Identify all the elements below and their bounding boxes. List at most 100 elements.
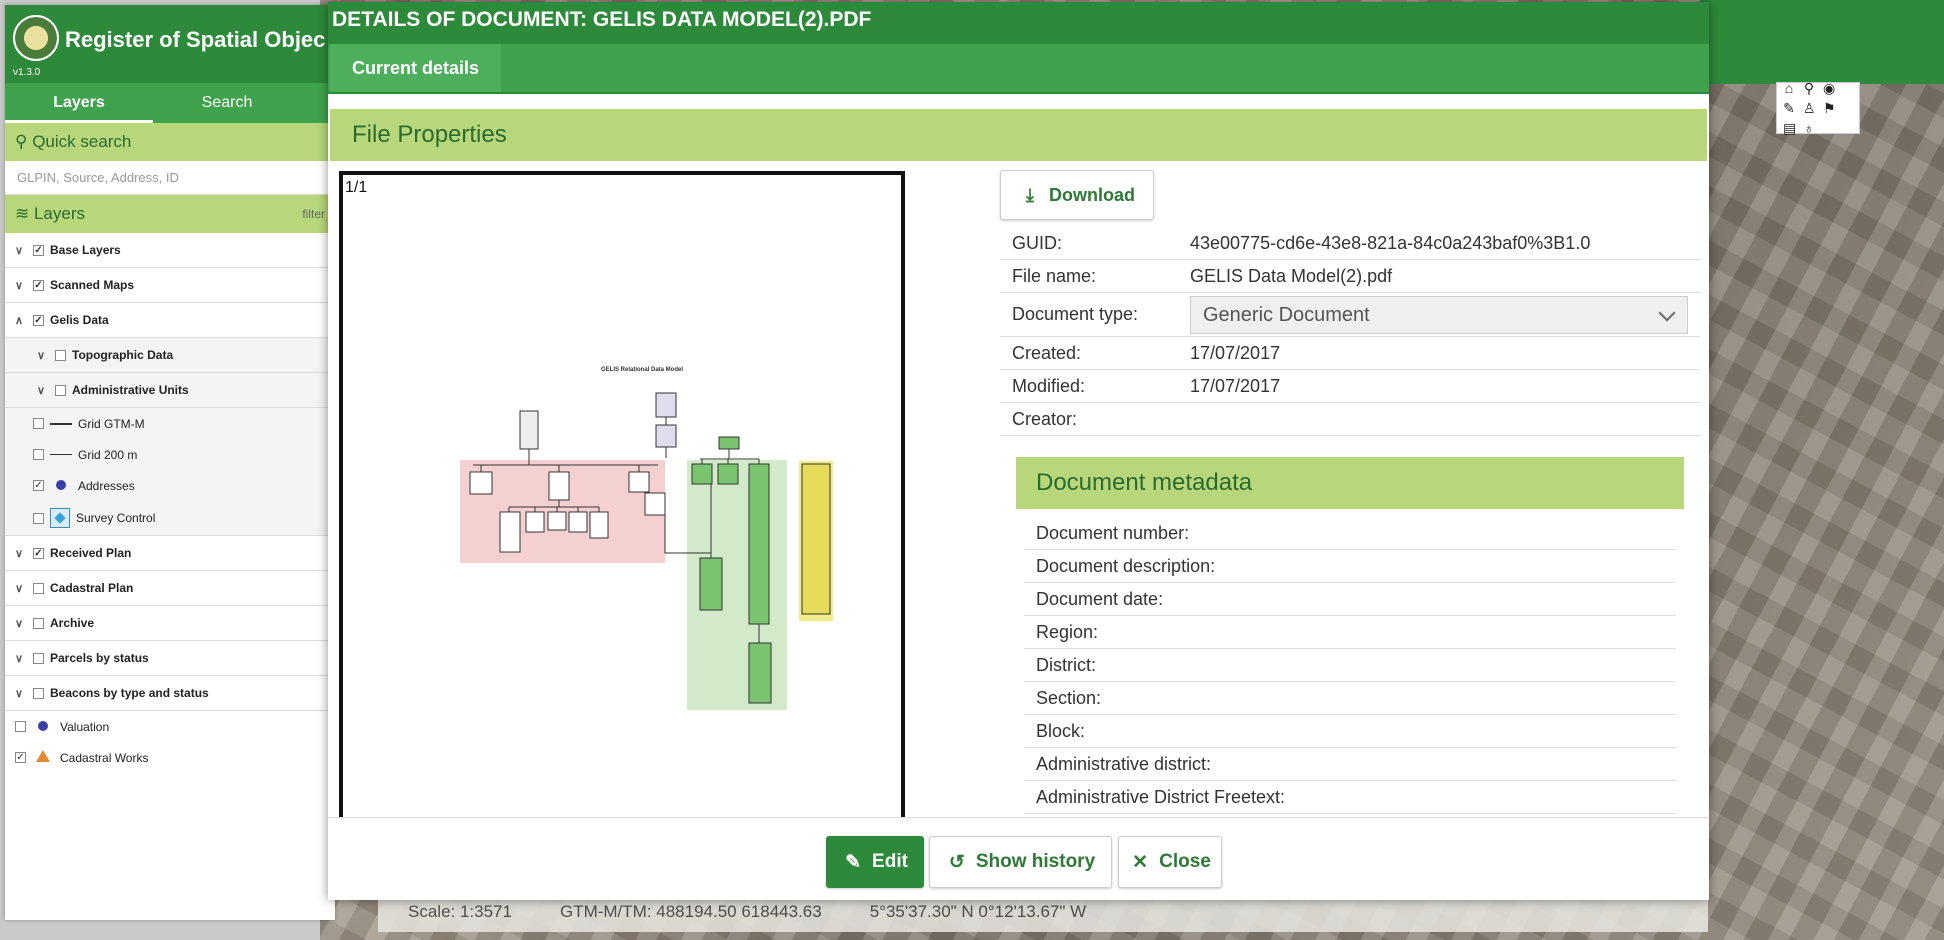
property-label: Modified:	[1012, 375, 1086, 396]
download-icon: ⤓	[1026, 184, 1034, 205]
tab-search[interactable]: Search	[153, 83, 301, 123]
gtm-coordinates: GTM-M/TM: 488194.50 618443.63	[559, 902, 822, 921]
diagram-entity	[644, 492, 666, 516]
diagram-entity	[589, 511, 609, 539]
metadata-row: Document description:	[1024, 550, 1676, 583]
layer-label: Received Plan	[50, 546, 132, 560]
diagram-entity	[691, 463, 713, 485]
file-name-value: GELIS Data Model(2).pdf	[1190, 265, 1393, 286]
eye-icon[interactable]: ◉	[1823, 79, 1835, 97]
layers-icon: ≋	[15, 204, 34, 223]
diagram-entity	[547, 511, 567, 531]
metadata-row: Document number:	[1024, 517, 1676, 550]
diagram-entity	[655, 424, 677, 448]
layer-checkbox[interactable]	[15, 721, 26, 732]
edit-button[interactable]: ✎ Edit	[826, 836, 924, 888]
chevron-up-icon[interactable]: ∧	[15, 314, 27, 327]
diagram-entity	[499, 511, 521, 553]
layer-item[interactable]: Survey Control	[5, 501, 335, 536]
metadata-row: Administrative District Freetext:	[1024, 781, 1676, 814]
download-button[interactable]: ⤓ Download	[1000, 170, 1154, 220]
layer-item[interactable]: Grid GTM-M	[5, 408, 335, 439]
diagram-entity	[748, 642, 772, 704]
print-icon[interactable]: ▤	[1783, 119, 1796, 137]
line-symbol-icon	[50, 454, 72, 455]
layer-label: Grid GTM-M	[78, 416, 145, 431]
chevron-down-icon[interactable]: ∨	[15, 279, 27, 292]
map-toolbar: ⌂ ⚲ ◉ ✎ ♙ ⚑ ▤ ♁	[1776, 79, 1860, 137]
document-details-dialog: DETAILS OF DOCUMENT: GELIS DATA MODEL(2)…	[328, 2, 1709, 900]
layer-label: Beacons by type and status	[50, 686, 209, 700]
layer-item[interactable]: ✓ Cadastral Works	[5, 742, 335, 773]
layer-group[interactable]: ∨ Parcels by status	[5, 641, 335, 676]
metadata-row: Document date:	[1024, 583, 1676, 616]
layer-label: Cadastral Works	[60, 750, 149, 765]
document-metadata-heading: Document metadata	[1016, 457, 1684, 509]
diagram-entity	[628, 471, 650, 493]
diagram-entity	[748, 463, 770, 625]
chevron-down-icon[interactable]: ∨	[37, 349, 49, 362]
person-icon[interactable]: ♙	[1803, 99, 1816, 117]
layer-group[interactable]: ∨ ✓ Received Plan	[5, 536, 335, 571]
layer-group[interactable]: ∨ ✓ Scanned Maps	[5, 268, 335, 303]
home-icon[interactable]: ⌂	[1783, 79, 1795, 97]
guid-value: 43e00775-cd6e-43e8-821a-84c0a243baf0%3B1…	[1190, 232, 1591, 253]
chevron-down-icon[interactable]: ∨	[15, 244, 27, 257]
edit-label: Edit	[872, 851, 908, 872]
clear-icon[interactable]: ♁	[1803, 119, 1815, 137]
layer-label: Grid 200 m	[78, 447, 138, 462]
diagram-entity	[801, 463, 831, 615]
layer-checkbox[interactable]	[33, 512, 44, 524]
layer-checkbox[interactable]: ✓	[33, 244, 44, 256]
flag-icon[interactable]: ⚑	[1823, 99, 1836, 117]
layer-checkbox[interactable]: ✓	[33, 480, 44, 491]
layer-checkbox[interactable]	[33, 582, 44, 594]
sidebar-tabs: Layers Search	[5, 83, 335, 123]
layer-checkbox[interactable]: ✓	[33, 314, 44, 326]
layer-group[interactable]: ∨ Archive	[5, 606, 335, 641]
tab-current-details[interactable]: Current details	[330, 44, 502, 92]
layer-checkbox[interactable]	[33, 418, 44, 429]
layer-subgroup[interactable]: ∨ Administrative Units	[5, 373, 335, 408]
chevron-down-icon[interactable]: ∨	[15, 687, 27, 700]
chevron-down-icon[interactable]: ∨	[15, 652, 27, 665]
layer-label: Administrative Units	[72, 383, 189, 397]
pin-icon[interactable]: ⚲	[1803, 79, 1815, 97]
layer-group[interactable]: ∨ Beacons by type and status	[5, 676, 335, 711]
layer-group[interactable]: ∧ ✓ Gelis Data	[5, 303, 335, 338]
chevron-down-icon[interactable]: ∨	[15, 617, 27, 630]
layer-checkbox[interactable]	[33, 617, 44, 629]
document-type-select[interactable]: Generic Document	[1190, 295, 1688, 334]
layer-item[interactable]: ✓ Addresses	[5, 470, 335, 501]
dialog-footer: ✎ Edit ↺ Show history ✕ Close	[328, 817, 1709, 900]
layer-group[interactable]: ∨ ✓ Base Layers	[5, 233, 335, 268]
history-label: Show history	[975, 851, 1096, 872]
layer-group[interactable]: ∨ Cadastral Plan	[5, 571, 335, 606]
layer-checkbox[interactable]: ✓	[15, 752, 26, 763]
layer-checkbox[interactable]: ✓	[33, 279, 44, 291]
layer-subgroup[interactable]: ∨ Topographic Data	[5, 338, 335, 373]
pen-icon[interactable]: ✎	[1783, 99, 1795, 117]
close-button[interactable]: ✕ Close	[1118, 836, 1222, 888]
metadata-row: Block:	[1024, 715, 1676, 748]
layer-item[interactable]: Grid 200 m	[5, 439, 335, 470]
chevron-down-icon[interactable]: ∨	[15, 547, 27, 560]
layer-checkbox[interactable]	[55, 349, 66, 361]
diagram-entity	[469, 471, 493, 495]
document-preview[interactable]: 1/1 GELIS Relational Data Model	[339, 171, 905, 831]
triangle-symbol-icon	[36, 750, 50, 762]
layer-checkbox[interactable]	[33, 449, 44, 460]
line-symbol-icon	[50, 422, 72, 425]
chevron-down-icon[interactable]: ∨	[37, 384, 49, 397]
layer-checkbox[interactable]: ✓	[33, 547, 44, 559]
property-label: GUID:	[1012, 232, 1063, 253]
layer-checkbox[interactable]	[55, 384, 66, 396]
layer-item[interactable]: Valuation	[5, 711, 335, 742]
layer-checkbox[interactable]	[33, 652, 44, 664]
document-metadata-list: Document number: Document description: D…	[1024, 517, 1676, 814]
chevron-down-icon[interactable]: ∨	[15, 582, 27, 595]
quick-search-input[interactable]: GLPIN, Source, Address, ID	[5, 161, 335, 195]
show-history-button[interactable]: ↺ Show history	[929, 836, 1112, 888]
layer-checkbox[interactable]	[33, 687, 44, 699]
tab-layers[interactable]: Layers	[5, 83, 153, 123]
